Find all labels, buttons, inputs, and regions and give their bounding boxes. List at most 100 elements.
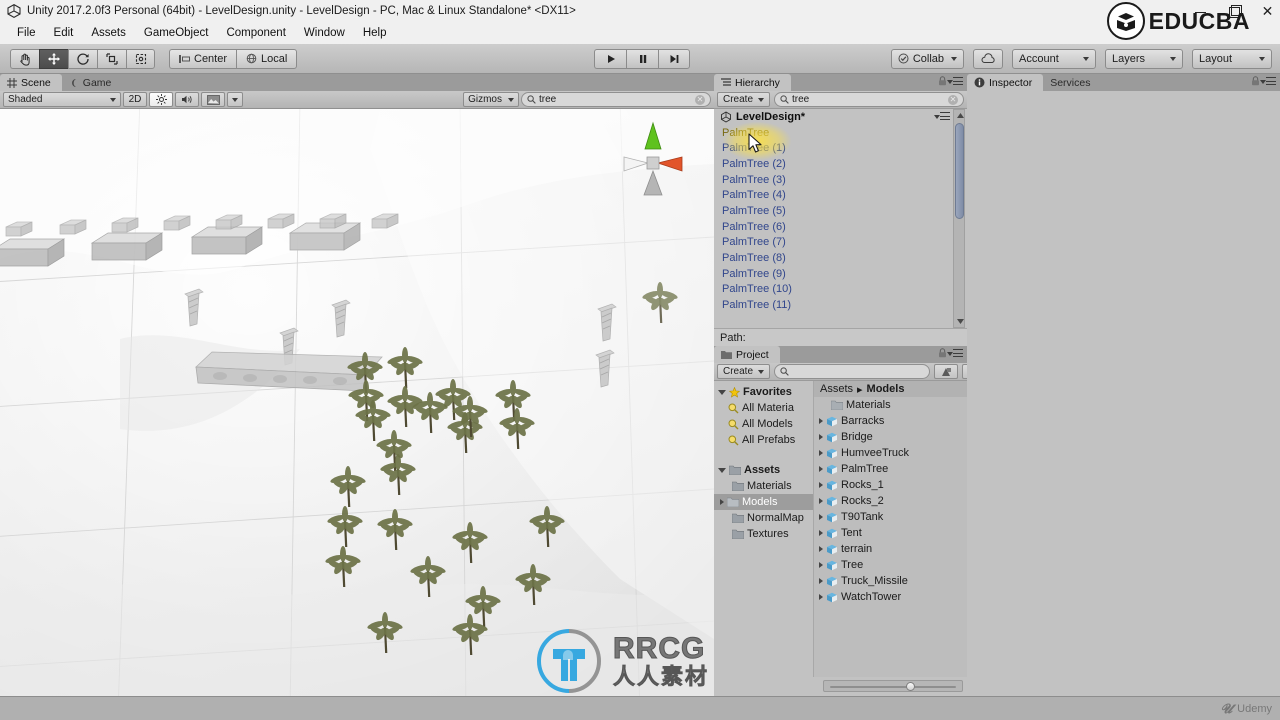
menu-gameobject[interactable]: GameObject <box>135 25 218 41</box>
hand-tool-button[interactable] <box>10 48 39 69</box>
hierarchy-item-palmtree-7[interactable]: PalmTree (7) <box>714 235 967 251</box>
asset-item-rocks-1[interactable]: Rocks_1 <box>814 477 967 493</box>
effects-dropdown[interactable] <box>227 92 243 107</box>
chevron-right-icon[interactable] <box>819 578 823 584</box>
menu-assets[interactable]: Assets <box>82 25 135 41</box>
menu-edit[interactable]: Edit <box>45 25 83 41</box>
hierarchy-item-palmtree-9[interactable]: PalmTree (9) <box>714 266 967 282</box>
chevron-right-icon[interactable] <box>819 418 823 424</box>
favorite-all-models[interactable]: All Models <box>714 416 813 432</box>
chevron-right-icon[interactable] <box>819 434 823 440</box>
tab-game[interactable]: Game <box>61 74 123 91</box>
effects-toggle-button[interactable] <box>201 92 225 107</box>
asset-item-palmtree[interactable]: PalmTree <box>814 461 967 477</box>
chevron-right-icon[interactable] <box>819 482 823 488</box>
project-tree[interactable]: Favorites All Materia All Models All Pre… <box>714 381 814 677</box>
lighting-toggle-button[interactable] <box>149 92 173 107</box>
scene-context-menu-icon[interactable] <box>934 112 950 121</box>
chevron-right-icon[interactable] <box>819 546 823 552</box>
scene-search-input[interactable] <box>539 94 692 105</box>
hierarchy-item-palmtree-3[interactable]: PalmTree (3) <box>714 172 967 188</box>
asset-item-humveetruck[interactable]: HumveeTruck <box>814 445 967 461</box>
move-tool-button[interactable] <box>39 48 68 69</box>
maximize-icon[interactable] <box>1228 4 1242 18</box>
hierarchy-item-palmtree-6[interactable]: PalmTree (6) <box>714 219 967 235</box>
tab-services[interactable]: Services <box>1043 74 1102 91</box>
asset-item-truck-missile[interactable]: Truck_Missile <box>814 573 967 589</box>
cloud-button[interactable] <box>973 48 1003 69</box>
chevron-down-icon[interactable] <box>718 389 726 395</box>
asset-item-terrain[interactable]: terrain <box>814 541 967 557</box>
project-zoom-slider[interactable] <box>823 680 963 692</box>
inspector-menu-icon[interactable] <box>1260 76 1276 86</box>
scale-tool-button[interactable] <box>97 48 126 69</box>
pivot-mode-button[interactable]: Center <box>169 48 237 69</box>
chevron-right-icon[interactable] <box>819 498 823 504</box>
chevron-right-icon[interactable] <box>720 499 724 505</box>
project-favorites-group[interactable]: Favorites <box>714 384 813 400</box>
hierarchy-search-field[interactable]: ✕ <box>774 92 964 107</box>
close-icon[interactable]: ✕ <box>1261 4 1274 18</box>
project-create-button[interactable]: Create <box>717 364 771 379</box>
rotate-tool-button[interactable] <box>68 48 97 69</box>
asset-item-barracks[interactable]: Barracks <box>814 413 967 429</box>
chevron-right-icon[interactable] <box>819 562 823 568</box>
favorite-all-prefabs[interactable]: All Prefabs <box>714 432 813 448</box>
filter-by-type-button[interactable] <box>934 364 959 379</box>
gizmos-dropdown[interactable]: Gizmos <box>463 92 519 107</box>
project-search-input[interactable] <box>792 366 925 377</box>
project-search-field[interactable] <box>774 364 931 379</box>
chevron-down-icon[interactable] <box>718 467 726 473</box>
scene-viewport[interactable] <box>0 109 714 712</box>
hierarchy-item-palmtree-10[interactable]: PalmTree (10) <box>714 282 967 298</box>
hierarchy-item-palmtree-1[interactable]: PalmTree (1) <box>714 140 967 156</box>
asset-item-rocks-2[interactable]: Rocks_2 <box>814 493 967 509</box>
pause-button[interactable] <box>626 48 658 69</box>
scene-search-field[interactable]: ✕ <box>521 92 711 107</box>
hierarchy-menu-icon[interactable] <box>947 76 963 86</box>
slider-knob[interactable] <box>906 682 915 691</box>
clear-search-icon[interactable]: ✕ <box>695 94 705 105</box>
asset-item-materials[interactable]: Materials <box>814 397 967 413</box>
tab-inspector[interactable]: Inspector <box>967 74 1044 91</box>
hierarchy-create-button[interactable]: Create <box>717 92 771 107</box>
project-folder-textures[interactable]: Textures <box>714 526 813 542</box>
breadcrumb-item-0[interactable]: Assets <box>820 383 853 395</box>
shading-mode-dropdown[interactable]: Shaded <box>3 92 121 107</box>
toggle-2d-button[interactable]: 2D <box>123 92 147 107</box>
tab-scene[interactable]: Scene <box>0 74 62 91</box>
project-folder-models[interactable]: Models <box>714 494 813 510</box>
chevron-right-icon[interactable] <box>819 450 823 456</box>
hierarchy-scroll-thumb[interactable] <box>955 123 964 219</box>
lock-icon[interactable] <box>1251 76 1260 86</box>
tab-project[interactable]: Project <box>714 346 780 363</box>
project-folder-normalmap[interactable]: NormalMap <box>714 510 813 526</box>
lock-icon[interactable] <box>938 348 947 358</box>
chevron-right-icon[interactable] <box>819 530 823 536</box>
layers-button[interactable]: Layers <box>1105 48 1183 69</box>
tab-hierarchy[interactable]: Hierarchy <box>714 74 791 91</box>
project-folder-materials[interactable]: Materials <box>714 478 813 494</box>
asset-item-t90tank[interactable]: T90Tank <box>814 509 967 525</box>
project-assets-group[interactable]: Assets <box>714 462 813 478</box>
hierarchy-item-palmtree-11[interactable]: PalmTree (11) <box>714 297 967 313</box>
minimize-icon[interactable] <box>1195 5 1208 18</box>
space-mode-button[interactable]: Local <box>236 48 298 69</box>
hierarchy-item-palmtree-2[interactable]: PalmTree (2) <box>714 156 967 172</box>
asset-item-tent[interactable]: Tent <box>814 525 967 541</box>
chevron-right-icon[interactable] <box>819 594 823 600</box>
favorite-all-materials[interactable]: All Materia <box>714 400 813 416</box>
step-button[interactable] <box>658 48 690 69</box>
asset-item-tree[interactable]: Tree <box>814 557 967 573</box>
menu-component[interactable]: Component <box>217 25 294 41</box>
account-button[interactable]: Account <box>1012 48 1096 69</box>
chevron-right-icon[interactable] <box>819 466 823 472</box>
chevron-right-icon[interactable] <box>819 514 823 520</box>
asset-item-watchtower[interactable]: WatchTower <box>814 589 967 605</box>
hierarchy-scene-root[interactable]: LevelDesign* <box>714 109 967 125</box>
collab-button[interactable]: Collab <box>890 48 964 69</box>
menu-help[interactable]: Help <box>354 25 396 41</box>
rect-tool-button[interactable] <box>126 48 155 69</box>
hierarchy-item-palmtree-0[interactable]: PalmTree <box>714 125 967 141</box>
play-button[interactable] <box>594 48 626 69</box>
